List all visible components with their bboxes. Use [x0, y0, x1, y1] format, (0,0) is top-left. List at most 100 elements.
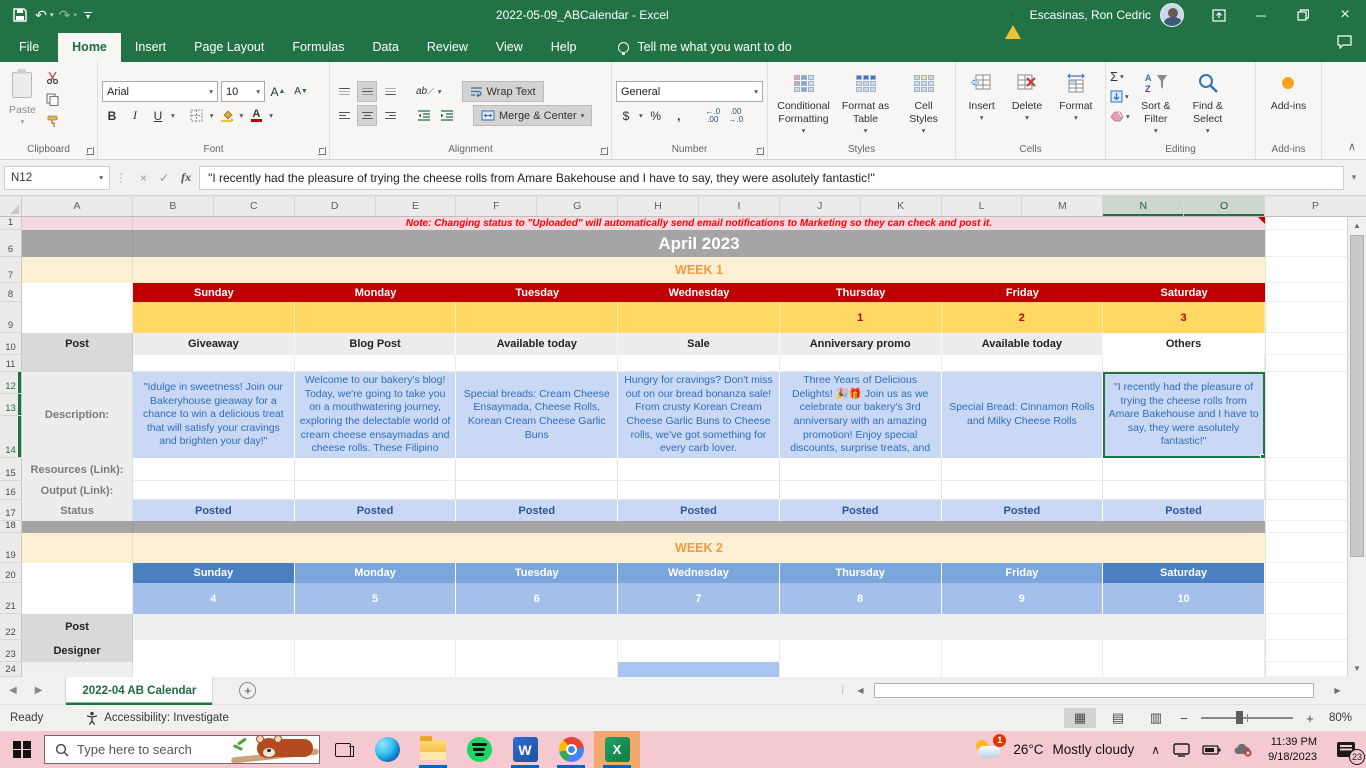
- user-name[interactable]: Escasinas, Ron Cedric: [1030, 8, 1151, 22]
- decrease-decimal-icon[interactable]: .00 →.0: [726, 105, 746, 126]
- week1-status-wednesday[interactable]: Posted: [618, 500, 780, 521]
- week2-days-label-cell[interactable]: [22, 563, 133, 583]
- empty-cell[interactable]: [618, 458, 780, 481]
- battery-icon[interactable]: [1196, 744, 1227, 756]
- cast-icon[interactable]: [1167, 742, 1196, 757]
- tab-data[interactable]: Data: [358, 33, 412, 62]
- new-sheet-icon[interactable]: +: [239, 682, 257, 699]
- zoom-out-icon[interactable]: −: [1175, 711, 1193, 726]
- alignment-dialog-launcher-icon[interactable]: [600, 147, 608, 155]
- empty-cell[interactable]: [294, 458, 457, 481]
- col-header-F[interactable]: F: [456, 196, 538, 216]
- taskbar-app-edge[interactable]: [364, 731, 410, 768]
- designer-label[interactable]: Designer: [22, 640, 133, 662]
- week1-title-cell[interactable]: WEEK 1: [133, 257, 1265, 283]
- empty-cell[interactable]: [941, 355, 1104, 372]
- row-header-16[interactable]: 16: [0, 481, 22, 500]
- col-header-P[interactable]: P: [1265, 196, 1366, 216]
- cell-styles-button[interactable]: Cell Styles ▾: [897, 65, 951, 142]
- vertical-scrollbar[interactable]: ▲ ▼: [1347, 217, 1366, 677]
- week1-desc-tuesday[interactable]: Special breads: Cream Cheese Ensaymada, …: [456, 372, 619, 458]
- cut-icon[interactable]: [43, 67, 63, 88]
- vertical-scroll-thumb[interactable]: [1350, 235, 1364, 557]
- bold-button[interactable]: B: [102, 105, 122, 126]
- week1-day-saturday[interactable]: Saturday: [1103, 283, 1265, 302]
- format-painter-icon[interactable]: [43, 111, 63, 132]
- empty-cell[interactable]: [941, 481, 1104, 500]
- fill-handle[interactable]: [1259, 454, 1264, 458]
- empty-cell[interactable]: [456, 355, 619, 372]
- zoom-level[interactable]: 80%: [1329, 712, 1352, 724]
- empty-cell[interactable]: [1103, 355, 1265, 372]
- decrease-indent-icon[interactable]: [414, 105, 434, 126]
- empty-cell[interactable]: [779, 481, 942, 500]
- normal-view-icon[interactable]: ▦: [1063, 708, 1096, 728]
- col-header-A[interactable]: A: [22, 196, 133, 216]
- tab-insert[interactable]: Insert: [121, 33, 180, 62]
- month-title-cell[interactable]: April 2023: [133, 230, 1265, 257]
- empty-cell[interactable]: [942, 640, 1104, 662]
- minimize-button[interactable]: ─: [1240, 0, 1282, 30]
- week1-date-tuesday[interactable]: [456, 302, 619, 333]
- description-label[interactable]: Description:: [22, 372, 133, 458]
- row-header-23[interactable]: 23: [0, 640, 22, 662]
- wrap-text-button[interactable]: Wrap Text: [461, 81, 544, 102]
- save-icon[interactable]: [10, 4, 30, 26]
- week2-post-label[interactable]: Post: [22, 614, 133, 640]
- font-family-select[interactable]: Arial ▾: [102, 81, 218, 102]
- increase-indent-icon[interactable]: [437, 105, 457, 126]
- week1-post-thursday[interactable]: Anniversary promo: [779, 333, 942, 355]
- empty-cell[interactable]: [456, 640, 619, 662]
- empty-cell[interactable]: [942, 662, 1104, 677]
- horizontal-scroll-thumb[interactable]: [874, 683, 1314, 698]
- col-header-J[interactable]: J: [780, 196, 861, 216]
- font-color-icon[interactable]: A: [246, 105, 266, 126]
- autosum-icon[interactable]: Σ ▾: [1110, 67, 1130, 86]
- week1-post-wednesday[interactable]: Sale: [618, 333, 780, 355]
- week2-date-sunday[interactable]: 4: [133, 583, 295, 614]
- row-header-9[interactable]: 9: [0, 302, 22, 333]
- empty-cell[interactable]: [456, 481, 619, 500]
- align-right-icon[interactable]: [380, 105, 400, 126]
- resources-label[interactable]: Resources (Link):: [22, 458, 133, 481]
- tab-view[interactable]: View: [482, 33, 537, 62]
- note-label-cell[interactable]: [22, 217, 133, 230]
- divider-label-cell[interactable]: [22, 521, 133, 533]
- underline-button[interactable]: U: [148, 105, 168, 126]
- row-header-15[interactable]: 15: [0, 458, 22, 481]
- empty-cell[interactable]: [133, 355, 295, 372]
- col-header-I[interactable]: I: [699, 196, 780, 216]
- week1-status-monday[interactable]: Posted: [294, 500, 457, 521]
- zoom-slider[interactable]: [1200, 711, 1293, 724]
- tab-review[interactable]: Review: [413, 33, 482, 62]
- empty-cell[interactable]: [779, 355, 942, 372]
- week1-desc-monday[interactable]: Welcome to our bakery's blog! Today, we'…: [294, 372, 457, 458]
- comments-icon[interactable]: [1337, 35, 1352, 54]
- action-center-button[interactable]: 23: [1326, 731, 1366, 768]
- week1-status-saturday[interactable]: Posted: [1103, 500, 1265, 521]
- row-header-1[interactable]: 1: [0, 217, 22, 230]
- format-cells-button[interactable]: Format ▾: [1054, 65, 1097, 142]
- decrease-font-icon[interactable]: A ▼: [291, 81, 311, 102]
- comma-style-icon[interactable]: ,: [669, 105, 689, 126]
- row-header-11[interactable]: 11: [0, 355, 22, 372]
- taskbar-app-file-explorer[interactable]: [410, 731, 456, 768]
- user-avatar[interactable]: [1160, 3, 1184, 27]
- search-input[interactable]: [77, 742, 207, 757]
- empty-cell[interactable]: [133, 640, 295, 662]
- scroll-down-icon[interactable]: ▼: [1348, 660, 1366, 677]
- week1-day-wednesday[interactable]: Wednesday: [618, 283, 780, 302]
- empty-cell[interactable]: [294, 355, 457, 372]
- merge-center-button[interactable]: Merge & Center ▾: [473, 105, 593, 126]
- col-header-H[interactable]: H: [618, 196, 700, 216]
- week1-post-saturday[interactable]: Others: [1103, 333, 1265, 355]
- month-label-cell[interactable]: [22, 230, 133, 257]
- week1-desc-thursday[interactable]: Three Years of Delicious Delights! 🎉🎁 Jo…: [779, 372, 942, 458]
- page-break-view-icon[interactable]: ▥: [1140, 708, 1172, 728]
- name-box[interactable]: N12 ▾: [4, 165, 110, 190]
- task-view-button[interactable]: [322, 731, 364, 768]
- insert-function-icon[interactable]: fx: [181, 170, 191, 185]
- empty-cell[interactable]: [1103, 458, 1265, 481]
- find-select-button[interactable]: Find & Select ▾: [1182, 65, 1234, 142]
- post-label[interactable]: Post: [22, 333, 133, 355]
